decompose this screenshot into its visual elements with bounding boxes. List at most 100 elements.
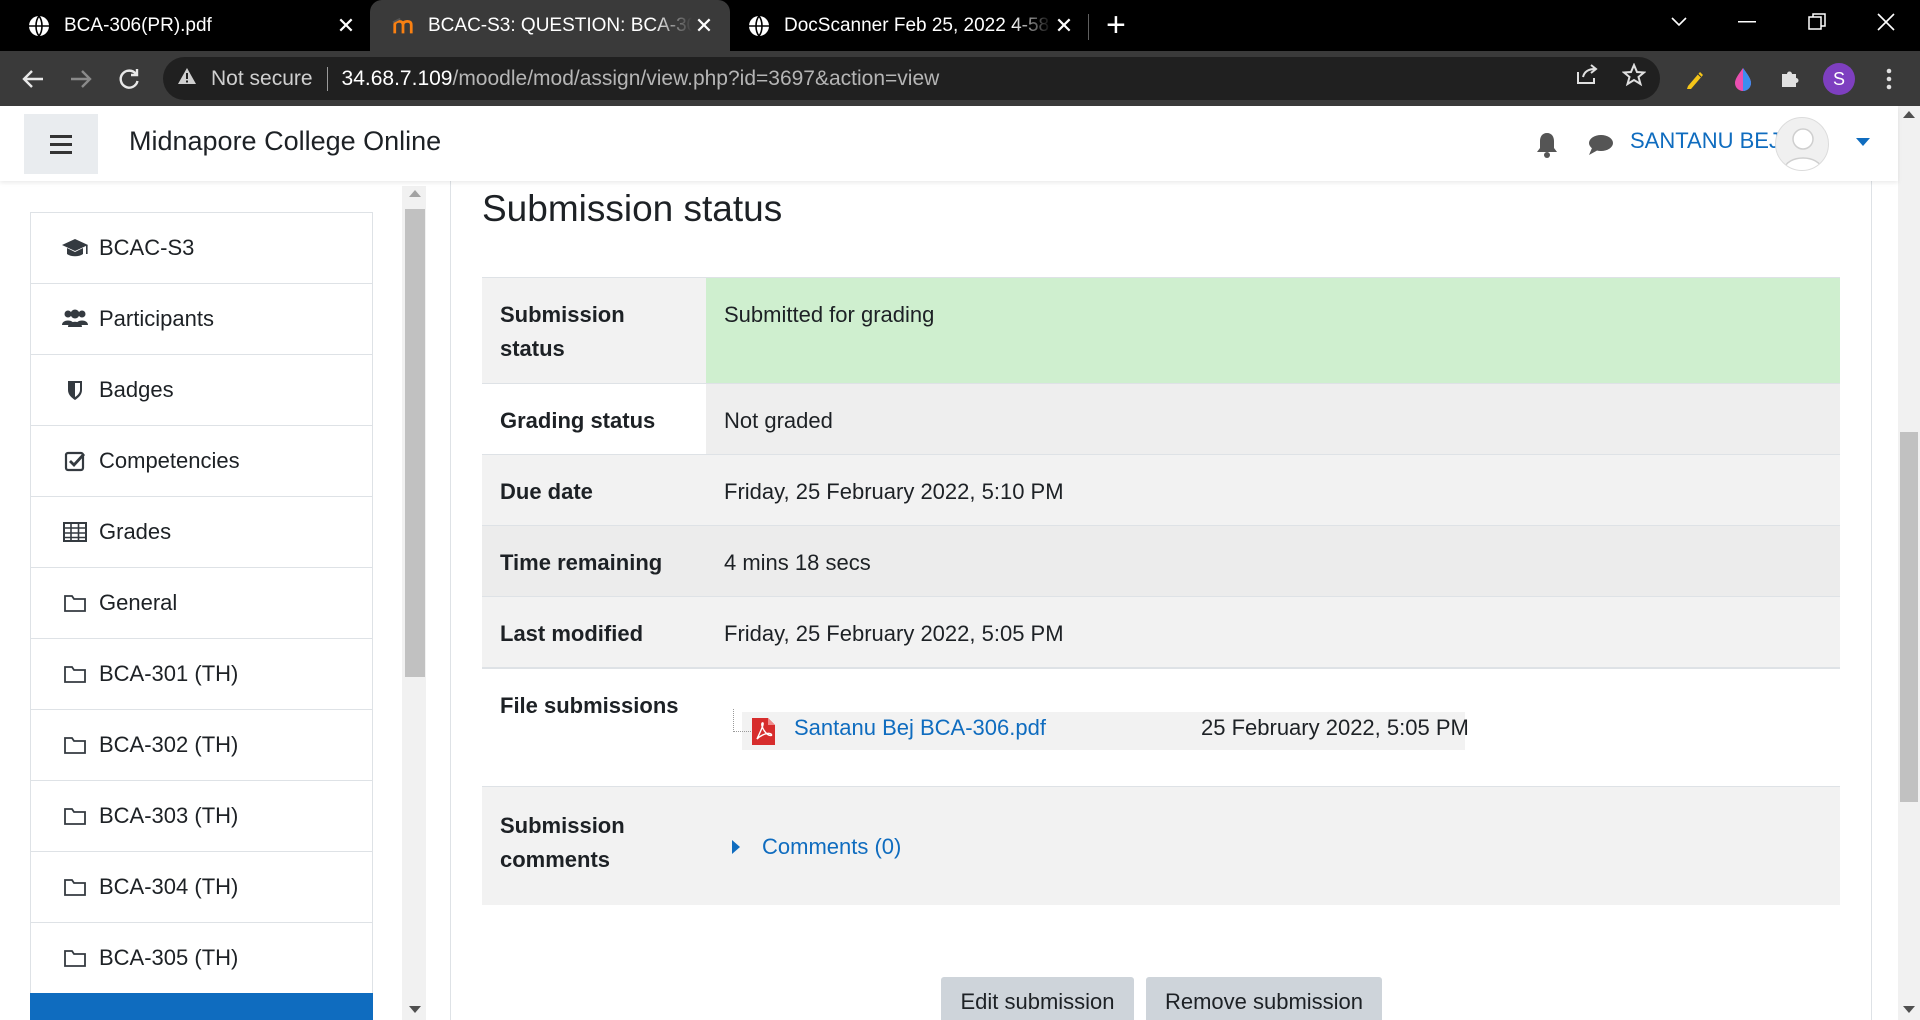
file-date: 25 February 2022, 5:05 PM xyxy=(1201,715,1469,740)
sidebar-item-label: BCA-302 (TH) xyxy=(99,732,239,757)
warning-icon[interactable] xyxy=(177,67,201,91)
table-row: Due date Friday, 25 February 2022, 5:10 … xyxy=(482,454,1840,525)
sidebar-item-participants[interactable]: Participants xyxy=(30,283,373,355)
sidebar-item-label: BCA-305 (TH) xyxy=(99,945,239,970)
folder-icon xyxy=(61,591,89,615)
time-remaining-value: 4 mins 18 secs xyxy=(724,550,871,575)
site-name[interactable]: Midnapore College Online xyxy=(129,126,441,157)
bell-icon[interactable] xyxy=(1535,131,1559,159)
sidebar-item-bca-304[interactable]: BCA-304 (TH) xyxy=(30,851,373,923)
tab-question[interactable]: BCAC-S3: QUESTION: BCA-306 (PR) ✕ xyxy=(370,0,730,51)
tab-pdf[interactable]: BCA-306(PR).pdf ✕ xyxy=(28,0,358,51)
comments-toggle[interactable]: Comments (0) xyxy=(732,834,901,860)
row-label: File submissions xyxy=(482,669,706,786)
close-tab-icon[interactable]: ✕ xyxy=(1052,13,1076,39)
sidebar-item-label: BCAC-S3 xyxy=(99,235,195,260)
chat-icon[interactable] xyxy=(1587,133,1615,157)
row-label: Submission comments xyxy=(482,787,706,905)
folder-icon xyxy=(61,804,89,828)
puzzle-icon[interactable] xyxy=(1776,65,1804,93)
scroll-down-arrow-icon[interactable] xyxy=(409,1006,421,1013)
forward-icon[interactable] xyxy=(61,59,101,99)
tab-search-icon[interactable] xyxy=(1645,0,1713,44)
submitted-file-link[interactable]: Santanu Bej BCA-306.pdf xyxy=(794,715,1046,741)
sidebar-item-current[interactable] xyxy=(30,993,373,1020)
menu-dots-icon[interactable] xyxy=(1875,65,1903,93)
tree-connector xyxy=(733,709,751,732)
sidebar-item-general[interactable]: General xyxy=(30,567,373,639)
sidebar-item-bca-305[interactable]: BCA-305 (TH) xyxy=(30,922,373,994)
sidebar-item-label: Grades xyxy=(99,519,172,544)
security-label[interactable]: Not secure xyxy=(211,67,313,91)
chevron-down-icon[interactable] xyxy=(1856,138,1870,146)
grading-value: Not graded xyxy=(706,384,1840,454)
url-host: 34.68.7.109 xyxy=(341,66,453,90)
tab-separator xyxy=(1088,14,1089,40)
folder-icon xyxy=(61,733,89,757)
table-row: Grading status Not graded xyxy=(482,383,1840,454)
graduation-cap-icon xyxy=(61,236,89,260)
minimize-icon[interactable] xyxy=(1713,0,1781,44)
url-path: /moodle/mod/assign/view.php?id=3697&acti… xyxy=(452,66,940,90)
globe-icon xyxy=(748,15,770,37)
folder-icon xyxy=(61,946,89,970)
close-window-icon[interactable] xyxy=(1852,0,1920,44)
browser-tab-bar: BCA-306(PR).pdf ✕ BCAC-S3: QUESTION: BCA… xyxy=(0,0,1920,51)
folder-icon xyxy=(61,875,89,899)
hamburger-icon xyxy=(50,132,72,156)
sidebar-item-bca-303[interactable]: BCA-303 (TH) xyxy=(30,780,373,852)
drawer-toggle-button[interactable] xyxy=(24,114,98,174)
globe-icon xyxy=(28,15,50,37)
sidebar-item-label: BCA-304 (TH) xyxy=(99,874,239,899)
address-bar[interactable]: Not secure 34.68.7.109 /moodle/mod/assig… xyxy=(163,57,1660,100)
remove-submission-button[interactable]: Remove submission xyxy=(1146,977,1382,1020)
pdf-file-icon xyxy=(751,717,776,746)
scroll-up-arrow-icon[interactable] xyxy=(1903,111,1915,118)
tab-title: DocScanner Feb 25, 2022 4-58 PM xyxy=(784,14,1052,36)
tab-docscanner[interactable]: DocScanner Feb 25, 2022 4-58 PM ✕ xyxy=(748,0,1076,51)
close-tab-icon[interactable]: ✕ xyxy=(692,13,716,39)
sidebar-item-course[interactable]: BCAC-S3 xyxy=(30,212,373,284)
sidebar-item-label: Competencies xyxy=(99,448,240,473)
moodle-navbar: Midnapore College Online SANTANU BEJ xyxy=(0,106,1898,181)
close-tab-icon[interactable]: ✕ xyxy=(334,13,358,39)
profile-avatar[interactable]: S xyxy=(1823,63,1855,95)
color-drop-extension-icon[interactable] xyxy=(1729,65,1757,93)
restore-icon[interactable] xyxy=(1783,0,1851,44)
check-square-icon xyxy=(61,449,89,473)
user-name[interactable]: SANTANU BEJ xyxy=(1630,128,1780,154)
browser-toolbar: Not secure 34.68.7.109 /moodle/mod/assig… xyxy=(0,51,1920,106)
pencil-extension-icon[interactable] xyxy=(1681,65,1709,93)
row-label: Last modified xyxy=(482,597,706,667)
new-tab-button[interactable]: + xyxy=(1106,8,1126,42)
back-icon[interactable] xyxy=(13,59,53,99)
row-label: Submission status xyxy=(482,278,706,383)
tab-title: BCAC-S3: QUESTION: BCA-306 (PR) xyxy=(428,14,692,36)
sidebar-item-badges[interactable]: Badges xyxy=(30,354,373,426)
sidebar-item-label: BCA-301 (TH) xyxy=(99,661,239,686)
divider xyxy=(326,66,328,91)
sidebar-item-label: BCA-303 (TH) xyxy=(99,803,239,828)
user-avatar[interactable] xyxy=(1775,117,1829,171)
page: Midnapore College Online SANTANU BEJ BCA… xyxy=(0,106,1920,1020)
comments-link[interactable]: Comments (0) xyxy=(762,834,901,860)
scroll-up-arrow-icon[interactable] xyxy=(409,190,421,197)
reload-icon[interactable] xyxy=(109,59,149,99)
star-icon[interactable] xyxy=(1621,62,1647,94)
scroll-down-arrow-icon[interactable] xyxy=(1903,1006,1915,1013)
row-label: Time remaining xyxy=(482,526,706,596)
sidebar-item-label: General xyxy=(99,590,178,615)
page-scrollbar-thumb[interactable] xyxy=(1900,432,1918,802)
sidebar-item-grades[interactable]: Grades xyxy=(30,496,373,568)
sidebar-item-bca-302[interactable]: BCA-302 (TH) xyxy=(30,709,373,781)
row-label: Grading status xyxy=(482,384,706,454)
row-label: Due date xyxy=(482,455,706,525)
caret-right-icon xyxy=(732,840,740,854)
edit-submission-button[interactable]: Edit submission xyxy=(941,977,1134,1020)
sidebar-item-bca-301[interactable]: BCA-301 (TH) xyxy=(30,638,373,710)
sidebar-item-competencies[interactable]: Competencies xyxy=(30,425,373,497)
sidebar-item-label: Participants xyxy=(99,306,214,331)
drawer-scrollbar-thumb[interactable] xyxy=(405,209,425,677)
tab-title: BCA-306(PR).pdf xyxy=(64,14,212,36)
share-icon[interactable] xyxy=(1575,63,1599,92)
